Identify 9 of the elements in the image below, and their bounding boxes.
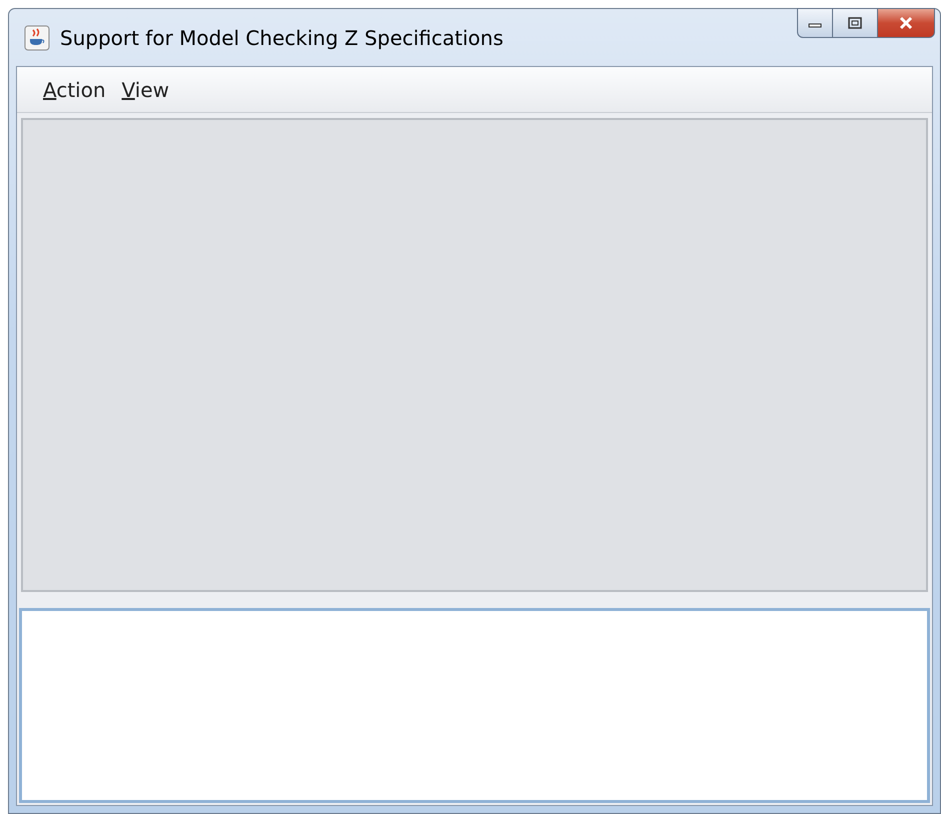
maximize-button[interactable] (832, 8, 878, 38)
maximize-icon (848, 17, 862, 29)
close-icon (898, 16, 914, 30)
window-title: Support for Model Checking Z Specifications (60, 26, 504, 50)
close-button[interactable] (877, 8, 935, 38)
minimize-button[interactable] (797, 8, 833, 38)
menu-item[interactable]: View (122, 78, 170, 102)
menu-item[interactable]: Action (43, 78, 106, 102)
java-cup-icon (24, 24, 50, 50)
